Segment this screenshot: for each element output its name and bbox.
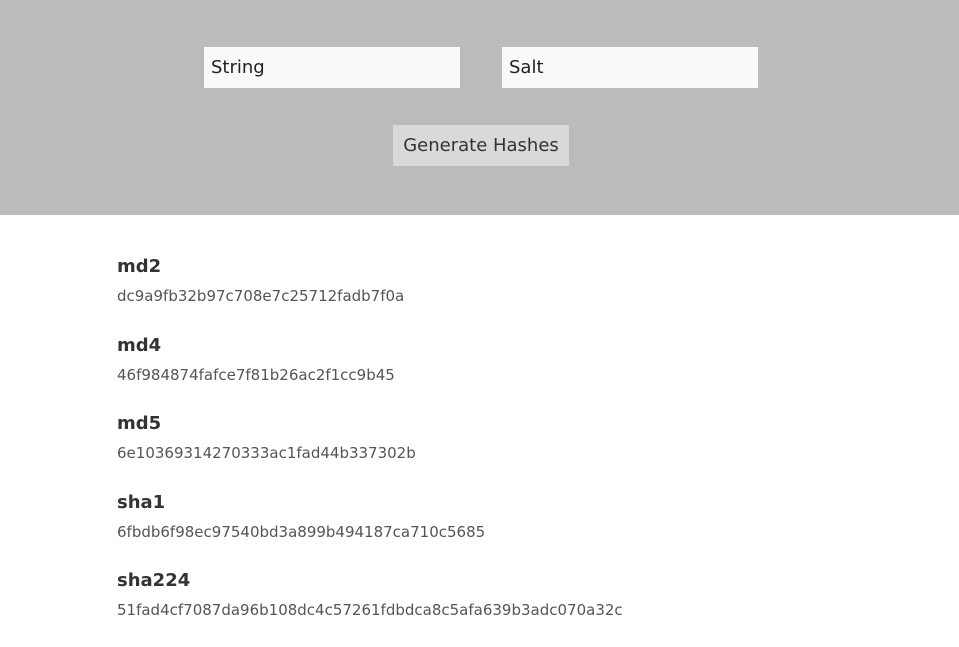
hash-result-item: md5 6e10369314270333ac1fad44b337302b — [117, 412, 917, 490]
generate-hashes-button[interactable]: Generate Hashes — [393, 125, 569, 166]
hash-algorithm-name: md4 — [117, 334, 162, 356]
hash-algorithm-name: md5 — [117, 413, 162, 434]
hash-results-list: md2 dc9a9fb32b97c708e7c25712fadb7f0a md4… — [117, 254, 917, 647]
hash-value: 51fad4cf7087da96b108dc4c57261fdbdca8c5af… — [117, 601, 623, 619]
hash-result-item: sha224 51fad4cf7087da96b108dc4c57261fdbd… — [117, 569, 917, 647]
hash-result-item: md2 dc9a9fb32b97c708e7c25712fadb7f0a — [117, 255, 917, 333]
hash-result-item: md4 46f984874fafce7f81b26ac2f1cc9b45 — [117, 334, 917, 412]
salt-input[interactable] — [502, 47, 758, 88]
hash-algorithm-name: md2 — [117, 256, 162, 277]
hash-algorithm-name: sha1 — [117, 491, 166, 513]
hash-input-panel: Generate Hashes — [0, 0, 959, 215]
hash-result-item: sha1 6fbdb6f98ec97540bd3a899b494187ca710… — [117, 491, 917, 569]
hash-algorithm-name: sha224 — [117, 570, 191, 591]
hash-value: dc9a9fb32b97c708e7c25712fadb7f0a — [117, 287, 405, 305]
string-input[interactable] — [204, 47, 460, 88]
hash-value: 6e10369314270333ac1fad44b337302b — [117, 444, 416, 462]
hash-value: 46f984874fafce7f81b26ac2f1cc9b45 — [117, 365, 395, 384]
hash-value: 6fbdb6f98ec97540bd3a899b494187ca710c5685 — [117, 522, 486, 541]
